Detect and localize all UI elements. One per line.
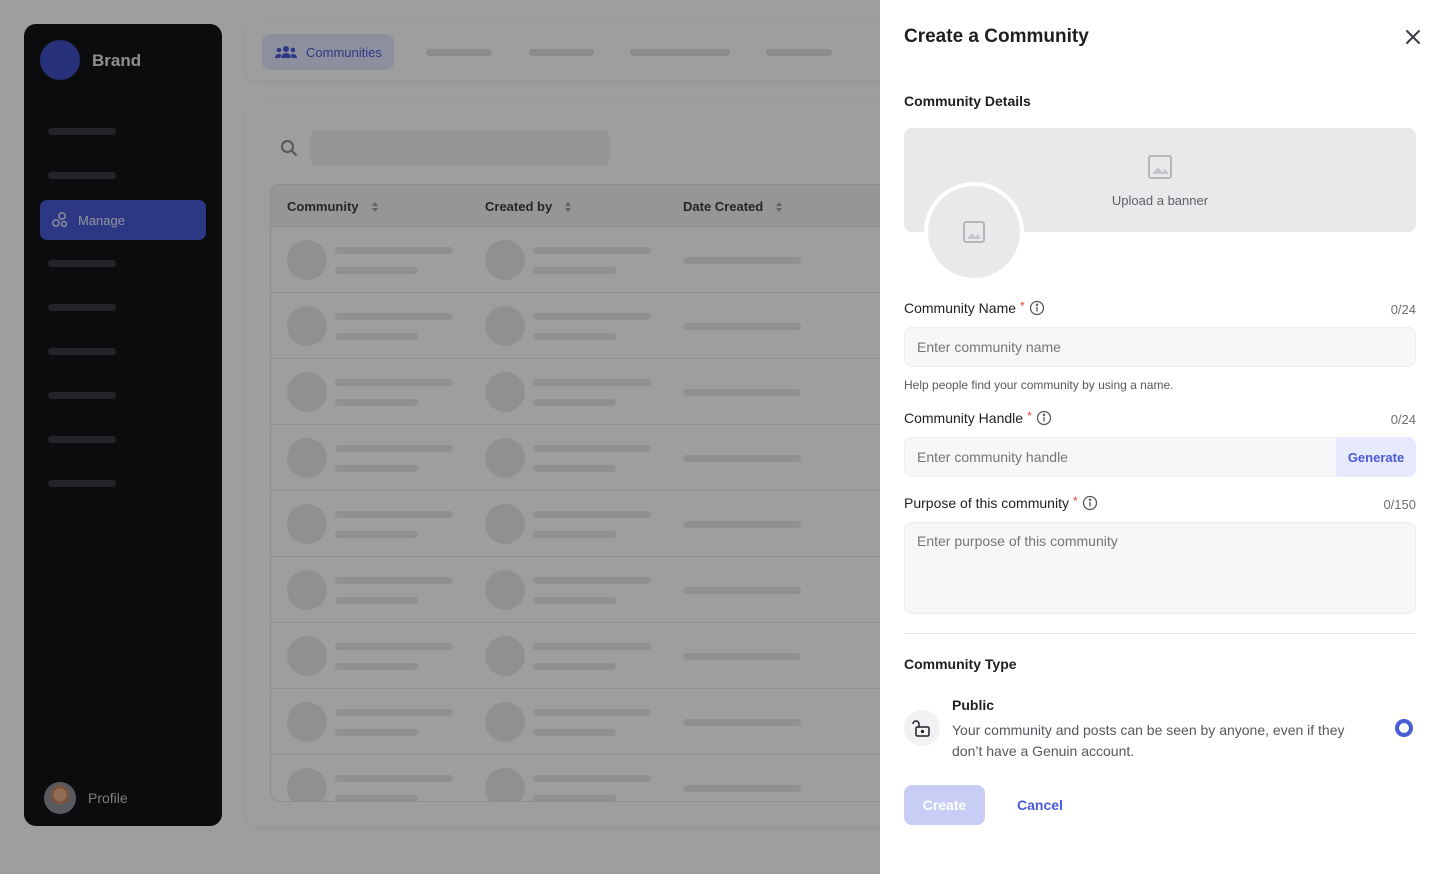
community-name-help: Help people find your community by using… bbox=[904, 378, 1174, 392]
community-name-label: Community Name * bbox=[904, 299, 1045, 316]
community-name-input[interactable] bbox=[904, 327, 1416, 367]
purpose-label: Purpose of this community * bbox=[904, 494, 1098, 511]
close-icon[interactable] bbox=[1402, 26, 1424, 48]
required-marker: * bbox=[1027, 409, 1032, 423]
image-icon bbox=[1148, 155, 1172, 179]
field-label: Community Name bbox=[904, 300, 1017, 316]
generate-button[interactable]: Generate bbox=[1336, 437, 1416, 477]
unlock-icon-wrap bbox=[904, 710, 940, 746]
community-handle-label: Community Handle * bbox=[904, 409, 1052, 426]
cancel-button[interactable]: Cancel bbox=[1017, 785, 1063, 825]
type-option-title: Public bbox=[952, 697, 995, 713]
char-counter: 0/24 bbox=[1390, 412, 1416, 427]
create-community-drawer: Create a Community Community Details Upl… bbox=[880, 0, 1450, 874]
section-title-type: Community Type bbox=[904, 656, 1017, 672]
create-button[interactable]: Create bbox=[904, 785, 985, 825]
divider bbox=[904, 633, 1416, 634]
field-label: Purpose of this community bbox=[904, 495, 1069, 511]
info-icon[interactable] bbox=[1082, 495, 1098, 511]
image-icon bbox=[963, 221, 985, 243]
section-title-details: Community Details bbox=[904, 93, 1031, 109]
info-icon[interactable] bbox=[1029, 300, 1045, 316]
community-handle-field: Generate bbox=[904, 437, 1416, 477]
avatar-upload[interactable] bbox=[924, 182, 1024, 282]
type-option-description: Your community and posts can be seen by … bbox=[952, 722, 1345, 759]
drawer-title: Create a Community bbox=[904, 26, 1089, 47]
char-counter: 0/150 bbox=[1383, 497, 1416, 512]
public-radio[interactable] bbox=[1395, 719, 1413, 737]
required-marker: * bbox=[1072, 494, 1078, 508]
info-icon[interactable] bbox=[1036, 410, 1052, 426]
field-label: Community Handle bbox=[904, 410, 1024, 426]
modal-backdrop[interactable] bbox=[0, 0, 880, 874]
purpose-textarea[interactable] bbox=[904, 522, 1416, 614]
required-marker: * bbox=[1020, 299, 1025, 313]
char-counter: 0/24 bbox=[1390, 302, 1416, 317]
unlock-icon bbox=[912, 720, 930, 737]
